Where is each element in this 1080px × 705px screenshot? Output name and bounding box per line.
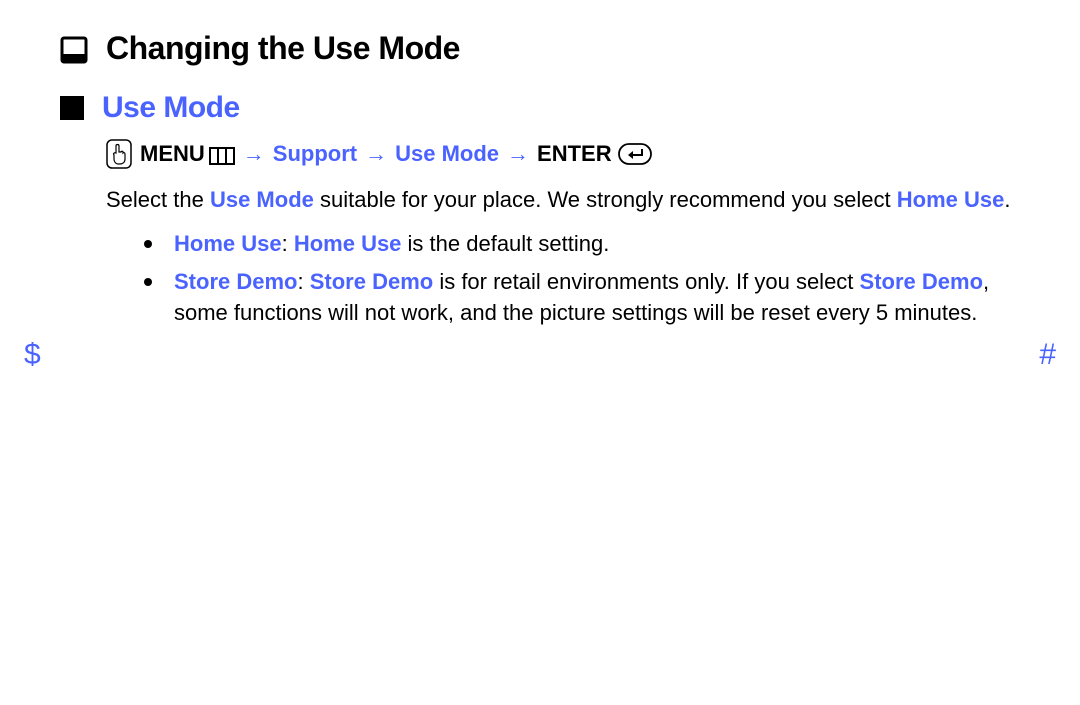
highlight-store-demo: Store Demo bbox=[860, 269, 983, 294]
section-outline-square-icon bbox=[60, 36, 88, 64]
nav-prev[interactable]: $ bbox=[24, 338, 41, 372]
section-row: Use Mode bbox=[60, 91, 1020, 125]
body-text: suitable for your place. We strongly rec… bbox=[314, 187, 897, 212]
path-arrow: → bbox=[507, 141, 529, 167]
touch-hand-icon bbox=[106, 139, 132, 169]
highlight-home-use: Home Use bbox=[897, 187, 1005, 212]
body-paragraph: Select the Use Mode suitable for your pl… bbox=[106, 185, 1020, 215]
title-row: Changing the Use Mode bbox=[60, 30, 1020, 67]
enter-arrow-icon bbox=[618, 143, 652, 165]
menu-text: MENU bbox=[140, 141, 205, 167]
highlight-store-demo: Store Demo bbox=[174, 269, 297, 294]
highlight-store-demo: Store Demo bbox=[310, 269, 433, 294]
body-text: . bbox=[1004, 187, 1010, 212]
separator: : bbox=[282, 231, 294, 256]
bullet-list: Home Use: Home Use is the default settin… bbox=[144, 229, 1020, 329]
nav-next[interactable]: # bbox=[1039, 338, 1056, 372]
path-arrow: → bbox=[243, 141, 265, 167]
enter-label: ENTER bbox=[537, 141, 652, 167]
enter-text: ENTER bbox=[537, 141, 612, 167]
menu-label: MENU bbox=[140, 141, 235, 167]
menu-grid-icon bbox=[209, 145, 235, 163]
separator: : bbox=[297, 269, 309, 294]
highlight-use-mode: Use Mode bbox=[210, 187, 314, 212]
filled-square-icon bbox=[60, 96, 84, 120]
list-item: Store Demo: Store Demo is for retail env… bbox=[144, 267, 1020, 329]
highlight-home-use: Home Use bbox=[294, 231, 402, 256]
manual-page: Changing the Use Mode Use Mode MENU → Su… bbox=[0, 0, 1080, 329]
menu-path: MENU → Support → Use Mode → ENTER bbox=[106, 139, 1020, 169]
path-usemode: Use Mode bbox=[395, 141, 499, 167]
path-arrow: → bbox=[365, 141, 387, 167]
page-title: Changing the Use Mode bbox=[106, 30, 460, 67]
path-support: Support bbox=[273, 141, 357, 167]
list-text: is the default setting. bbox=[401, 231, 609, 256]
section-title: Use Mode bbox=[102, 91, 240, 125]
body-text: Select the bbox=[106, 187, 210, 212]
list-item: Home Use: Home Use is the default settin… bbox=[144, 229, 1020, 260]
highlight-home-use: Home Use bbox=[174, 231, 282, 256]
list-text: is for retail environments only. If you … bbox=[433, 269, 859, 294]
